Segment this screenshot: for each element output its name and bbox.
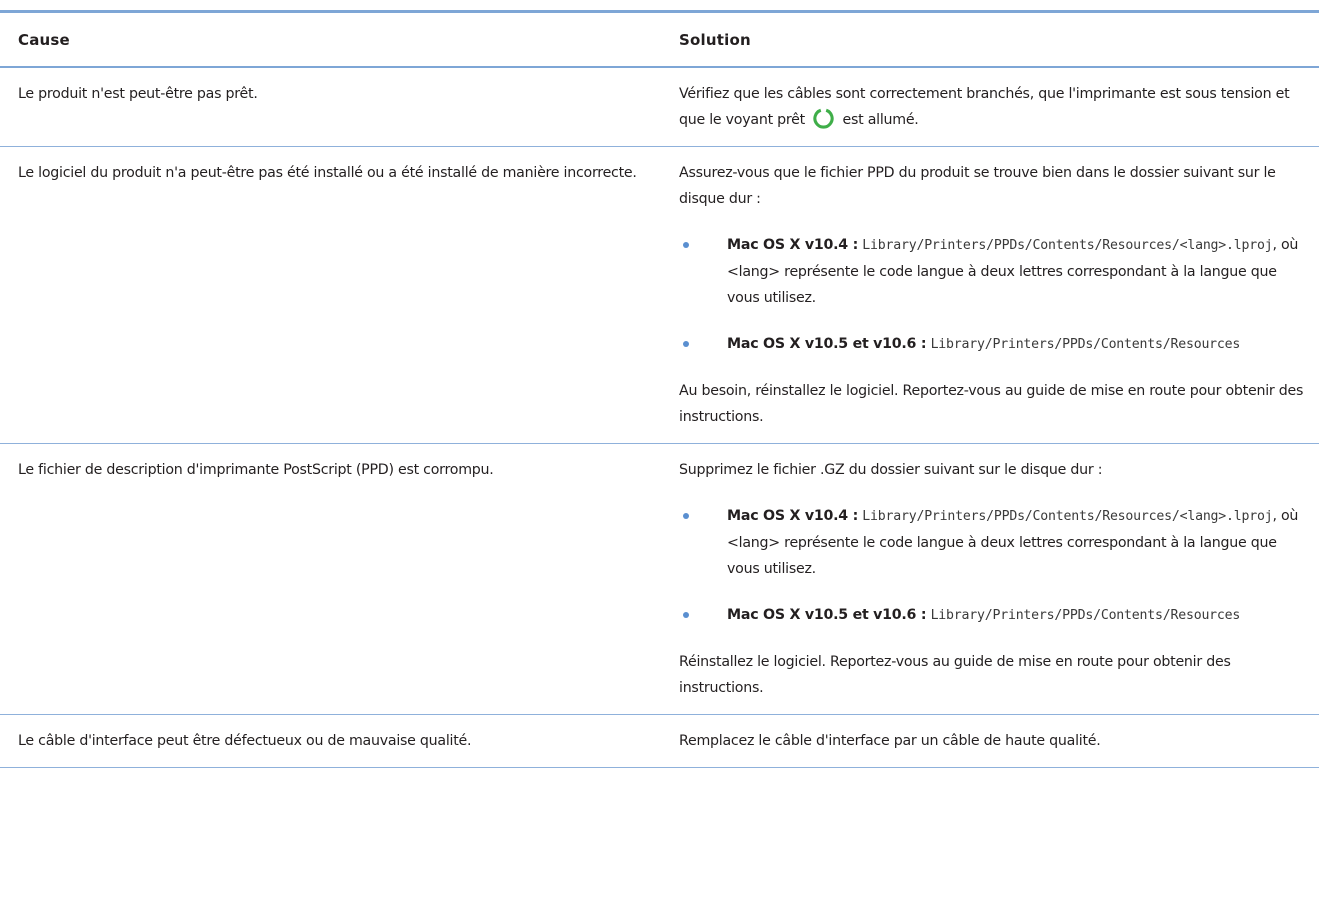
list-item: Mac OS X v10.5 et v10.6 : Library/Printe… xyxy=(679,331,1309,358)
troubleshooting-table: Cause Solution Le produit n'est peut-êtr… xyxy=(0,13,1319,768)
solution-cell: Assurez-vous que le fichier PPD du produ… xyxy=(669,146,1319,444)
list-item: Mac OS X v10.4 : Library/Printers/PPDs/C… xyxy=(679,232,1309,311)
bullet-icon xyxy=(683,242,689,248)
os-version-label: Mac OS X v10.5 et v10.6 : xyxy=(727,336,927,352)
cause-cell: Le logiciel du produit n'a peut-être pas… xyxy=(0,146,669,444)
solution-intro: Supprimez le fichier .GZ du dossier suiv… xyxy=(679,462,1103,478)
column-header-solution: Solution xyxy=(669,13,1319,68)
list-item: Mac OS X v10.5 et v10.6 : Library/Printe… xyxy=(679,602,1309,629)
cause-cell: Le fichier de description d'imprimante P… xyxy=(0,443,669,715)
ready-light-icon xyxy=(813,108,834,129)
folder-path: Library/Printers/PPDs/Contents/Resources… xyxy=(862,509,1273,524)
solution-text: Vérifiez que les câbles sont correctemen… xyxy=(679,86,1290,128)
table-row: Le logiciel du produit n'a peut-être pas… xyxy=(0,146,1319,444)
os-path-list: Mac OS X v10.4 : Library/Printers/PPDs/C… xyxy=(679,503,1309,629)
folder-path: Library/Printers/PPDs/Contents/Resources… xyxy=(862,238,1273,253)
solution-outro: Au besoin, réinstallez le logiciel. Repo… xyxy=(679,383,1304,425)
solution-outro: Réinstallez le logiciel. Reportez-vous a… xyxy=(679,654,1231,696)
bullet-icon xyxy=(683,612,689,618)
solution-text-end: est allumé. xyxy=(842,112,919,128)
solution-intro: Assurez-vous que le fichier PPD du produ… xyxy=(679,165,1276,207)
folder-path: Library/Printers/PPDs/Contents/Resources xyxy=(930,608,1241,623)
bullet-icon xyxy=(683,341,689,347)
os-version-label: Mac OS X v10.5 et v10.6 : xyxy=(727,607,927,623)
list-item: Mac OS X v10.4 : Library/Printers/PPDs/C… xyxy=(679,503,1309,582)
table-row: Le fichier de description d'imprimante P… xyxy=(0,443,1319,715)
solution-cell: Remplacez le câble d'interface par un câ… xyxy=(669,714,1319,768)
cause-cell: Le produit n'est peut-être pas prêt. xyxy=(0,67,669,147)
column-header-cause: Cause xyxy=(0,13,669,68)
table-row: Le câble d'interface peut être défectueu… xyxy=(0,714,1319,768)
os-version-label: Mac OS X v10.4 : xyxy=(727,508,859,524)
os-path-list: Mac OS X v10.4 : Library/Printers/PPDs/C… xyxy=(679,232,1309,358)
folder-path: Library/Printers/PPDs/Contents/Resources xyxy=(930,337,1241,352)
solution-cell: Vérifiez que les câbles sont correctemen… xyxy=(669,67,1319,147)
document-page: Cause Solution Le produit n'est peut-êtr… xyxy=(0,0,1319,909)
cause-cell: Le câble d'interface peut être défectueu… xyxy=(0,714,669,768)
table-header-row: Cause Solution xyxy=(0,13,1319,68)
bullet-icon xyxy=(683,513,689,519)
solution-cell: Supprimez le fichier .GZ du dossier suiv… xyxy=(669,443,1319,715)
os-version-label: Mac OS X v10.4 : xyxy=(727,237,859,253)
table-row: Le produit n'est peut-être pas prêt. Vér… xyxy=(0,67,1319,147)
